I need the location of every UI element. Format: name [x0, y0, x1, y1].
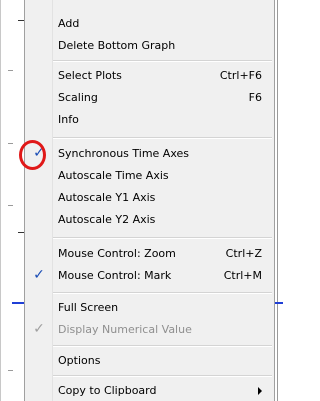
menu-item-label: Add	[58, 17, 80, 30]
menu-item-label: Autoscale Time Axis	[58, 169, 169, 182]
menu-item-label: Mouse Control: Mark	[58, 269, 172, 282]
menu-item-label: Display Numerical Value	[58, 323, 192, 336]
menu-item-label: Select Plots	[58, 69, 122, 82]
menu-item-label: Mouse Control: Zoom	[58, 247, 176, 260]
axis-tick	[8, 205, 13, 206]
axis-tick	[8, 70, 13, 71]
menu-separator	[53, 375, 272, 377]
menu-item-shortcut: F6	[248, 91, 262, 104]
menu-item-shortcut: Ctrl+F6	[219, 69, 262, 82]
checkmark-icon: ✓	[33, 321, 45, 337]
menu-item-autoscale-y2-axis[interactable]: Autoscale Y2 Axis	[25, 210, 274, 230]
menu-separator	[53, 292, 272, 294]
menu-item-shortcut: Ctrl+M	[223, 269, 262, 282]
graph-background-left	[0, 0, 25, 401]
menu-separator	[53, 60, 272, 62]
menu-item-synchronous-time-axes[interactable]: ✓ Synchronous Time Axes	[25, 144, 274, 164]
menu-item-label: Info	[58, 113, 79, 126]
axis-tick	[8, 143, 13, 144]
menu-item-label: Full Screen	[58, 301, 119, 314]
menu-item-delete-bottom-graph[interactable]: Delete Bottom Graph	[25, 36, 274, 56]
checkmark-icon: ✓	[33, 267, 45, 283]
menu-item-scaling[interactable]: Scaling F6	[25, 88, 274, 108]
menu-item-shortcut: Ctrl+Z	[225, 247, 262, 260]
highlight-circle-annotation	[19, 140, 46, 170]
menu-item-mouse-control-zoom[interactable]: Mouse Control: Zoom Ctrl+Z	[25, 244, 274, 264]
menu-item-select-plots[interactable]: Select Plots Ctrl+F6	[25, 66, 274, 86]
context-menu: Add Delete Bottom Graph Select Plots Ctr…	[24, 0, 275, 401]
menu-item-label: Autoscale Y2 Axis	[58, 213, 156, 226]
submenu-arrow-icon	[258, 387, 262, 395]
menu-item-label: Autoscale Y1 Axis	[58, 191, 156, 204]
menu-item-full-screen[interactable]: Full Screen	[25, 298, 274, 318]
menu-item-label: Scaling	[58, 91, 98, 104]
menu-separator	[53, 237, 272, 239]
menu-item-label: Synchronous Time Axes	[58, 147, 190, 160]
menu-item-display-numerical-value: ✓ Display Numerical Value	[25, 320, 274, 340]
graph-border-right	[277, 0, 278, 401]
menu-item-autoscale-time-axis[interactable]: Autoscale Time Axis	[25, 166, 274, 186]
menu-item-add[interactable]: Add	[25, 14, 274, 34]
menu-item-label: Options	[58, 354, 101, 367]
menu-item-info[interactable]: Info	[25, 110, 274, 130]
graph-border-left	[0, 0, 1, 401]
graph-trace-blue	[275, 302, 283, 304]
menu-separator	[53, 345, 272, 347]
menu-item-options[interactable]: Options	[25, 351, 274, 371]
menu-item-label: Delete Bottom Graph	[58, 39, 176, 52]
menu-item-mouse-control-mark[interactable]: ✓ Mouse Control: Mark Ctrl+M	[25, 266, 274, 286]
axis-tick	[8, 370, 13, 371]
menu-item-copy-to-clipboard[interactable]: Copy to Clipboard	[25, 381, 274, 401]
graph-trace-blue	[12, 302, 24, 304]
menu-item-label: Copy to Clipboard	[58, 384, 157, 397]
menu-separator	[53, 137, 272, 139]
menu-item-autoscale-y1-axis[interactable]: Autoscale Y1 Axis	[25, 188, 274, 208]
